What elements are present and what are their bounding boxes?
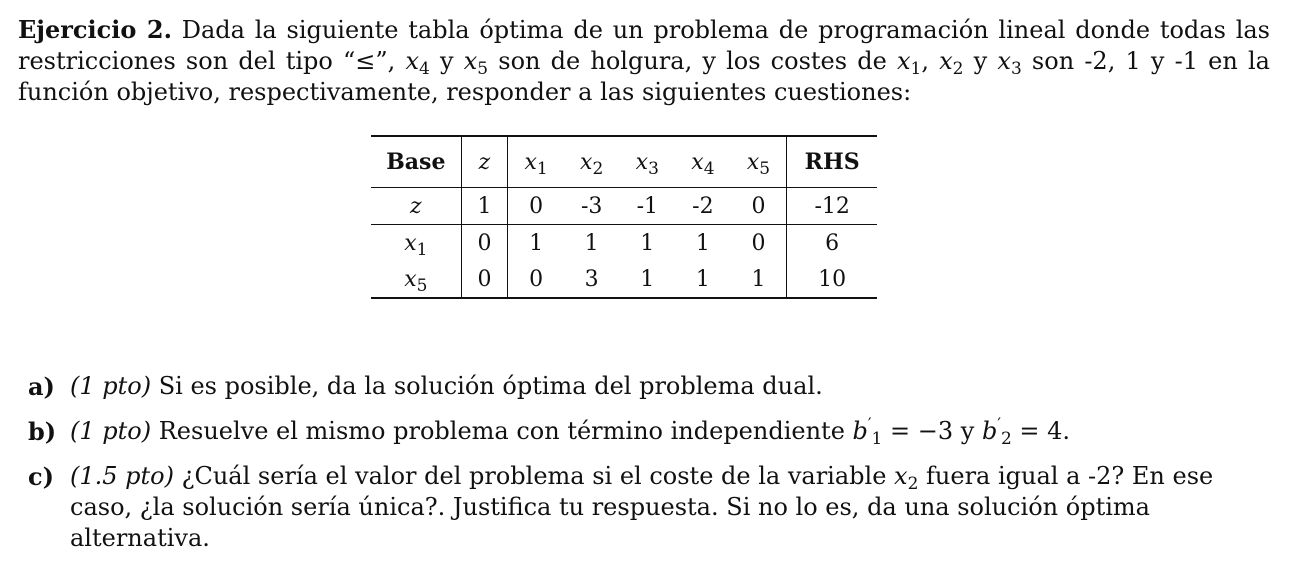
question-letter: c) <box>28 462 54 491</box>
var-b2-prime: b′2 <box>981 414 1012 449</box>
question-text: Si es posible, da la solución óptima del… <box>151 372 823 400</box>
question-b: b) (1 pto) Resuelve el mismo problema co… <box>28 414 1258 449</box>
cell-value: 0 <box>730 224 788 261</box>
header-rhs: RHS <box>804 149 860 175</box>
cell-value: 3 <box>584 266 599 292</box>
header-x3: x3 <box>635 149 659 179</box>
cell-value: 1 <box>730 261 788 298</box>
var-x4: x4 <box>405 47 430 79</box>
question-points: (1 pto) <box>70 417 152 445</box>
question-text: = 4. <box>1011 417 1071 445</box>
cell-z: 1 <box>461 187 509 225</box>
header-base: Base <box>371 136 462 188</box>
question-text: Resuelve el mismo problema con término i… <box>151 417 853 445</box>
simplex-table: Base z x1 x2 x3 x4 x5 RHS z 1 0 -3 -1 -2… <box>371 135 877 299</box>
cell-value: 1 <box>640 266 655 292</box>
question-body: (1 pto) Resuelve el mismo problema con t… <box>70 414 1258 449</box>
statement-text: y <box>963 47 998 75</box>
cell-value: 1 <box>584 230 599 256</box>
cell-base: x5 <box>371 261 462 298</box>
statement-text: son de holgura, y los costes de <box>488 47 897 75</box>
cell-base: z <box>371 187 462 225</box>
header-x2: x2 <box>580 149 604 179</box>
exercise-statement: Ejercicio 2. Dada la siguiente tabla ópt… <box>18 14 1270 108</box>
question-points: (1 pto) <box>70 372 152 400</box>
question-text: = −3 y <box>882 417 982 445</box>
cell-z: 0 <box>461 261 509 298</box>
cell-value: 0 <box>730 187 788 225</box>
cell-base: x1 <box>371 224 462 261</box>
question-letter: a) <box>28 372 55 401</box>
header-x5: x5 <box>730 136 788 188</box>
var-x2: x2 <box>939 47 964 79</box>
question-points: (1.5 pto) <box>70 462 174 490</box>
header-x4: x4 <box>691 149 715 179</box>
statement-text: , <box>921 47 940 75</box>
question-letter: b) <box>28 417 57 446</box>
cell-value: 0 <box>529 193 544 219</box>
cell-value: -2 <box>692 193 714 219</box>
exercise-label: Ejercicio 2. <box>18 15 172 44</box>
cell-rhs: 6 <box>825 230 840 256</box>
cell-value: 0 <box>529 266 544 292</box>
cell-rhs: 10 <box>818 266 847 292</box>
question-body: (1.5 pto) ¿Cuál sería el valor del probl… <box>70 461 1258 554</box>
cell-value: 1 <box>529 230 544 256</box>
exercise-page: Ejercicio 2. Dada la siguiente tabla ópt… <box>18 14 1270 108</box>
var-x3: x3 <box>997 47 1022 79</box>
var-x1: x1 <box>896 47 922 79</box>
question-a: a) (1 pto) Si es posible, da la solución… <box>28 371 1258 402</box>
simplex-tableau: Base z x1 x2 x3 x4 x5 RHS z 1 0 -3 -1 -2… <box>371 135 877 299</box>
cell-z: 0 <box>461 224 509 261</box>
cell-value: 1 <box>695 266 710 292</box>
table-row-z: z 1 0 -3 -1 -2 0 -12 <box>371 187 877 225</box>
cell-rhs: -12 <box>814 193 850 219</box>
question-body: (1 pto) Si es posible, da la solución óp… <box>70 371 1258 402</box>
header-z: z <box>461 136 509 188</box>
var-x5: x5 <box>463 47 489 79</box>
statement-text: y <box>429 47 464 75</box>
question-text: ¿Cuál sería el valor del problema si el … <box>173 462 895 490</box>
table-row-x5: x5 0 0 3 1 1 1 10 <box>371 261 877 298</box>
var-x2: x2 <box>894 462 919 494</box>
table-header-row: Base z x1 x2 x3 x4 x5 RHS <box>371 136 877 188</box>
header-x1: x1 <box>524 149 548 179</box>
var-b1-prime: b′1 <box>852 414 883 449</box>
cell-value: 1 <box>695 230 710 256</box>
cell-value: -3 <box>580 193 603 219</box>
question-c: c) (1.5 pto) ¿Cuál sería el valor del pr… <box>28 461 1258 554</box>
table-row-x1: x1 0 1 1 1 1 0 6 <box>371 224 877 261</box>
cell-value: -1 <box>636 193 658 219</box>
question-list: a) (1 pto) Si es posible, da la solución… <box>28 371 1258 568</box>
cell-value: 1 <box>640 230 655 256</box>
